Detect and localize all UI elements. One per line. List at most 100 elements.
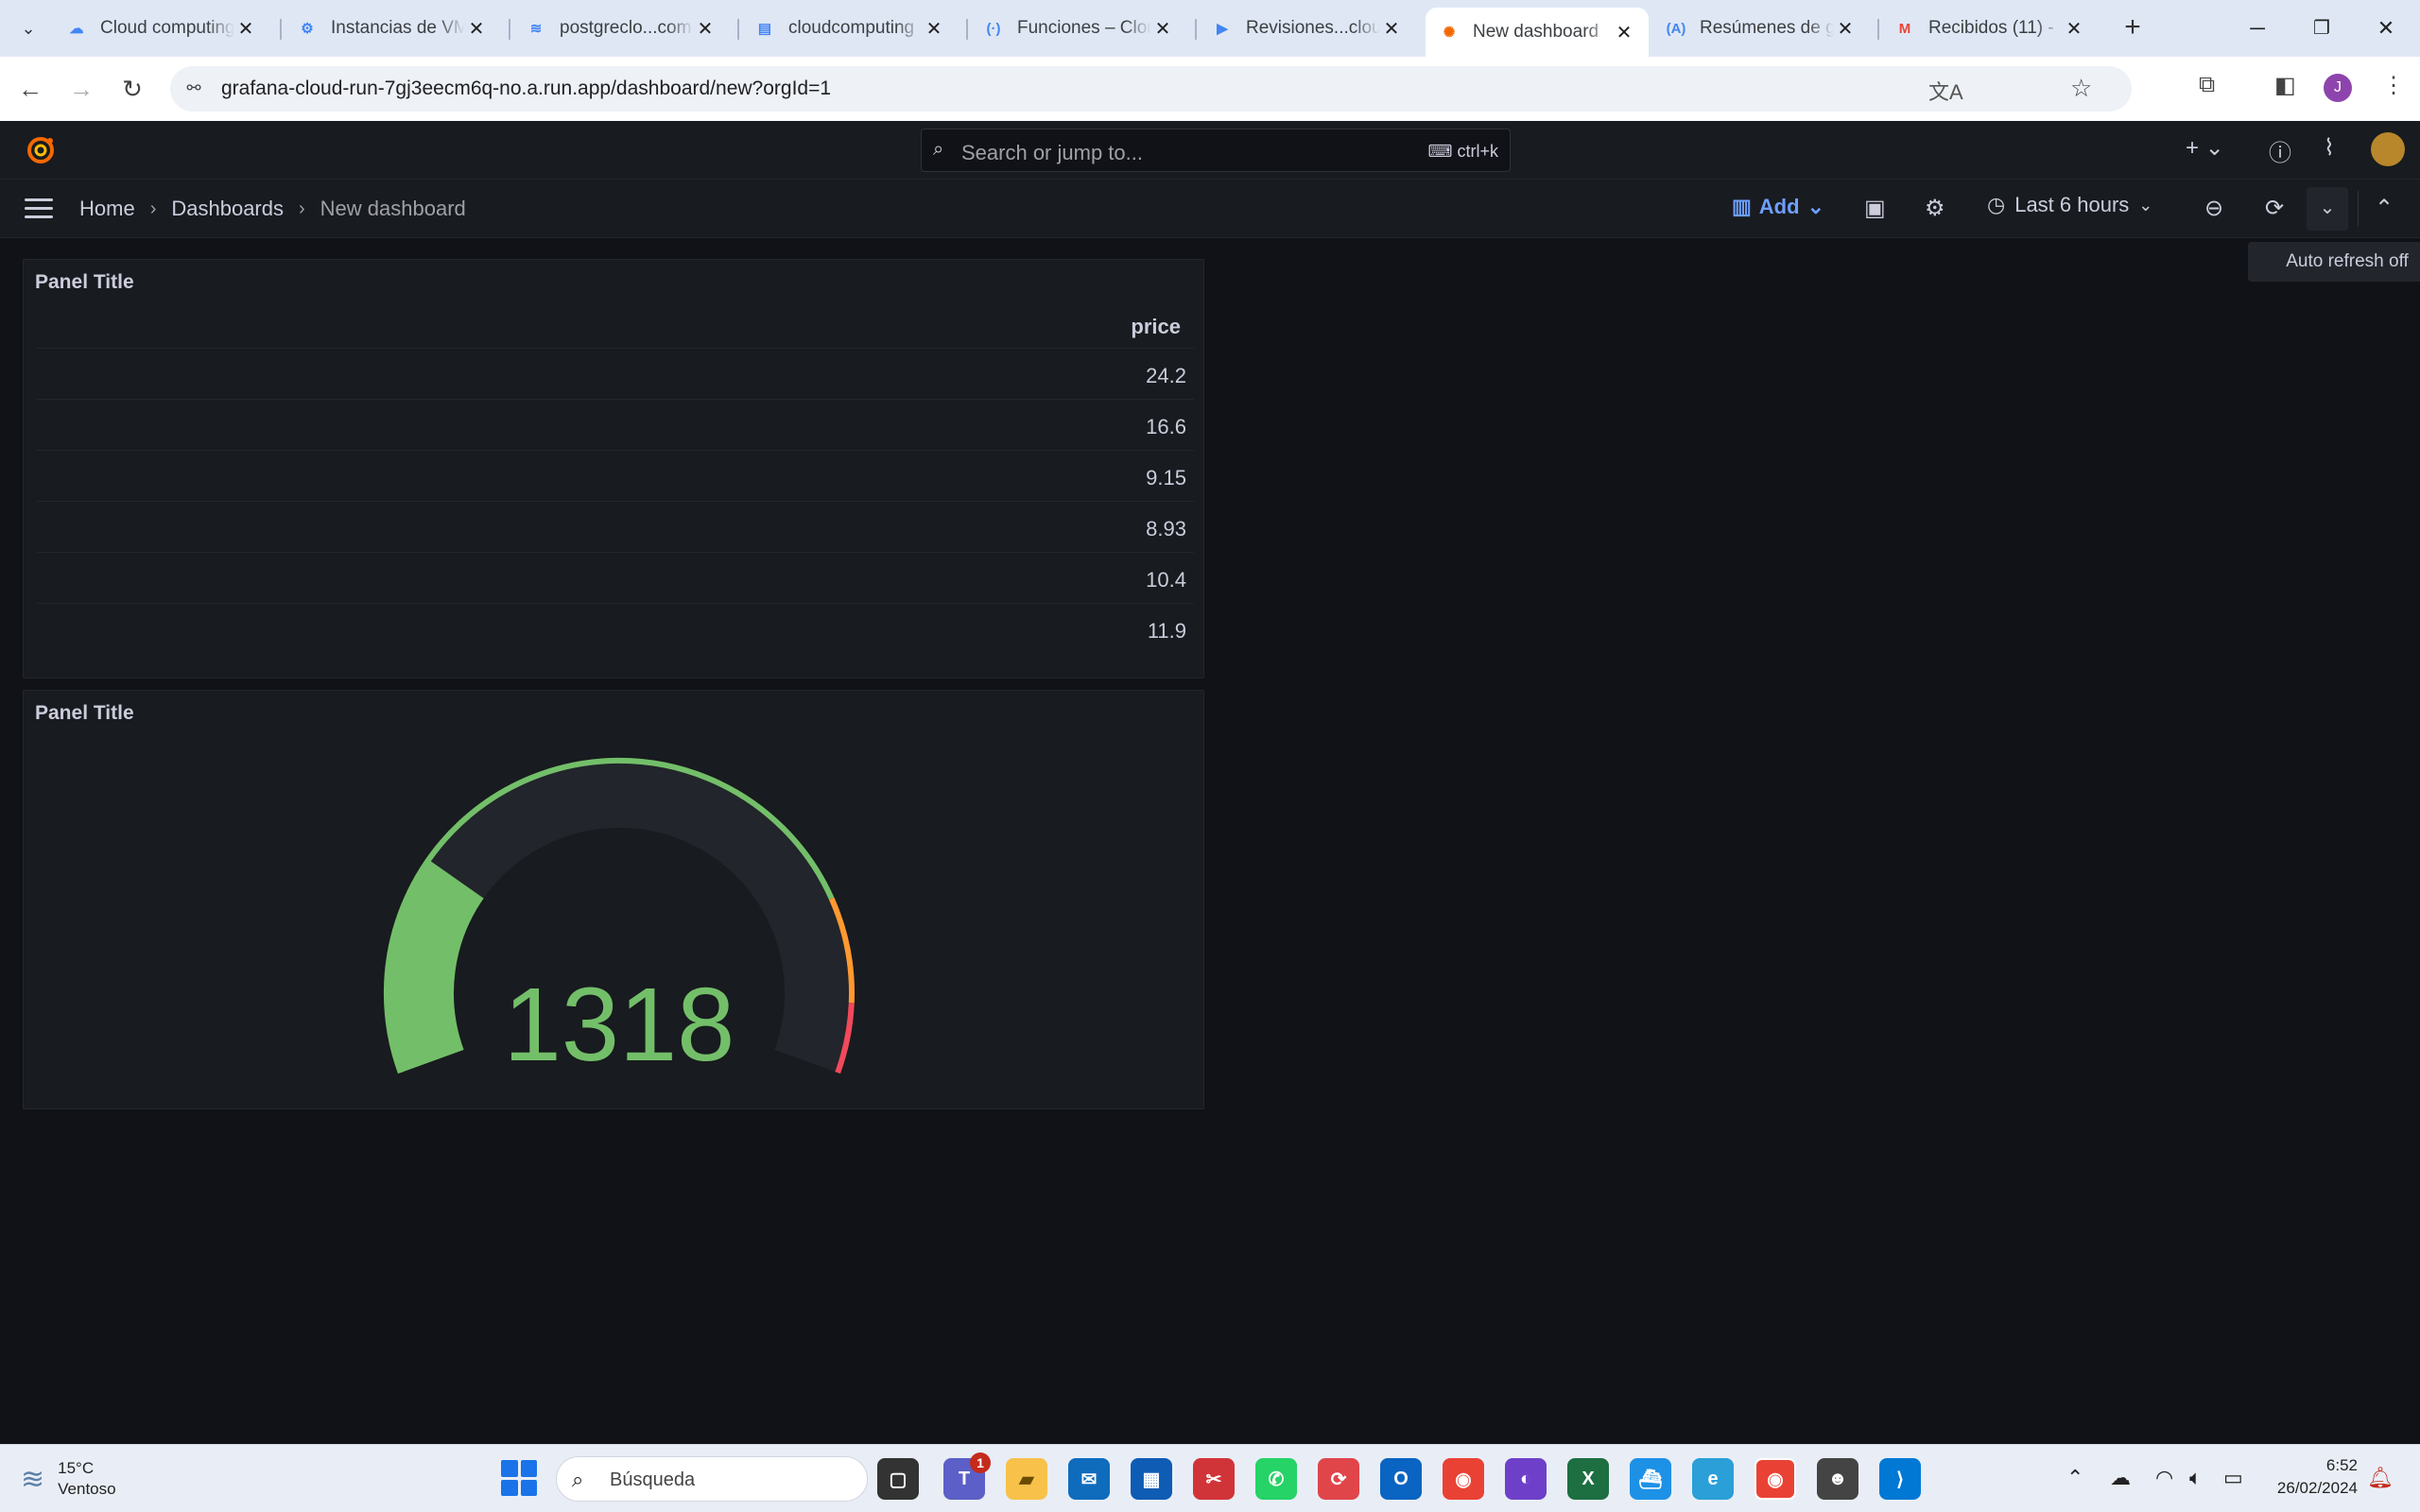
table-panel[interactable]: Panel Title price 24.2 16.6 9.15 8.93 10… <box>23 259 1204 679</box>
breadcrumb-home[interactable]: Home <box>79 197 135 221</box>
time: 6:52 <box>2325 1456 2358 1474</box>
save-dashboard-icon[interactable]: ▣ <box>1864 195 1886 222</box>
outlook-icon[interactable]: O <box>1380 1458 1422 1500</box>
side-panel-icon[interactable]: ◧ <box>2274 72 2296 99</box>
start-button[interactable] <box>501 1460 537 1496</box>
close-icon[interactable]: ✕ <box>1151 17 1174 41</box>
tab-title: Revisiones...clou <box>1246 18 1380 38</box>
docker-icon[interactable]: ⛴ <box>1630 1458 1671 1500</box>
chevron-right-icon: › <box>299 198 305 219</box>
site-info-icon[interactable]: ⚯ <box>183 78 204 99</box>
chevron-up-icon[interactable]: ⌃ <box>2375 195 2394 222</box>
bookmark-star-icon[interactable]: ☆ <box>2070 74 2092 103</box>
close-icon[interactable]: ✕ <box>923 17 945 41</box>
sync-app-icon[interactable]: ⟳ <box>1318 1458 1359 1500</box>
clock[interactable]: 6:52 26/02/2024 <box>2267 1454 2358 1500</box>
volume-icon[interactable]: 🔈︎ <box>2189 1466 2202 1490</box>
news-rss-icon[interactable]: ⌇ <box>2324 134 2335 162</box>
mail-icon[interactable]: ✉ <box>1068 1458 1110 1500</box>
file-explorer-icon[interactable]: ▰ <box>1006 1458 1047 1500</box>
settings-gear-icon[interactable]: ⚙ <box>1925 195 1945 222</box>
browser-toolbar: ← → ↻ ⚯ grafana-cloud-run-7gj3eecm6q-no.… <box>0 57 2420 121</box>
browser-tab-8[interactable]: (A) Resúmenes de g ✕ <box>1652 8 1870 49</box>
time-range-picker[interactable]: ◷ Last 6 hours ⌄ <box>1987 193 2152 217</box>
table-header: price <box>37 305 1194 349</box>
cloud-storage-icon: ▤ <box>757 21 772 37</box>
excel-icon[interactable]: X <box>1567 1458 1609 1500</box>
chevron-up-icon[interactable]: ⌃ <box>2066 1466 2083 1490</box>
refresh-interval-dropdown[interactable]: ⌄ <box>2307 187 2348 231</box>
browser-tab-2[interactable]: ⚙ Instancias de VM ✕ <box>284 8 501 49</box>
wifi-icon[interactable]: ◠ <box>2155 1466 2173 1490</box>
refresh-icon[interactable]: ⟳ <box>2265 195 2284 222</box>
tab-title: Cloud computing <box>100 18 234 38</box>
reload-button[interactable]: ↻ <box>115 72 149 106</box>
grafana-logo-icon[interactable] <box>25 134 57 166</box>
browser-tab-5[interactable]: (·) Funciones – Clou ✕ <box>970 8 1187 49</box>
translate-icon[interactable]: 文A <box>1928 76 1963 106</box>
close-icon[interactable]: ✕ <box>1380 17 1403 41</box>
add-label: Add <box>1758 195 1800 218</box>
chrome-icon[interactable]: ◉ <box>1443 1458 1484 1500</box>
wind-icon: ≋ <box>21 1463 45 1495</box>
restore-button[interactable]: ❐ <box>2303 9 2341 47</box>
user-avatar[interactable] <box>2371 132 2405 166</box>
python-app-icon[interactable]: ☻ <box>1817 1458 1858 1500</box>
minimize-button[interactable]: ─ <box>2238 9 2276 47</box>
column-header-price[interactable]: price <box>1131 315 1181 339</box>
close-icon[interactable]: ✕ <box>694 17 717 41</box>
search-input[interactable]: ⌕ Search or jump to... ⌨ ctrl+k <box>921 129 1511 172</box>
chevron-right-icon: › <box>149 198 157 219</box>
notification-bell-icon[interactable]: 🔔︎ <box>2367 1466 2394 1490</box>
panel-title[interactable]: Panel Title <box>35 271 134 294</box>
add-panel-icon: ▥ <box>1732 195 1752 218</box>
menu-icon[interactable]: ⋮ <box>2382 72 2405 99</box>
close-icon[interactable]: ✕ <box>1613 21 1635 44</box>
new-plus-icon[interactable]: + ⌄ <box>2186 134 2224 162</box>
weather-widget[interactable]: ≋ 15°C Ventoso <box>21 1458 116 1500</box>
taskbar-search[interactable]: ⌕ Búsqueda <box>556 1456 868 1502</box>
close-icon[interactable]: ✕ <box>465 17 488 41</box>
table-cell: 10.4 <box>1146 568 1186 592</box>
url-text[interactable]: grafana-cloud-run-7gj3eecm6q-no.a.run.ap… <box>221 77 831 100</box>
extensions-icon[interactable]: ⧉ <box>2199 72 2215 98</box>
tab-search-button[interactable]: ⌄ <box>13 13 43 43</box>
store-icon[interactable]: ▦ <box>1131 1458 1172 1500</box>
github-desktop-icon[interactable]: ◐ <box>1505 1458 1547 1500</box>
browser-tab-active[interactable]: ✺ New dashboard ✕ <box>1426 8 1649 57</box>
close-icon[interactable]: ✕ <box>1834 17 1857 41</box>
date: 26/02/2024 <box>2276 1479 2358 1497</box>
profile-avatar[interactable]: J <box>2324 74 2352 102</box>
add-button[interactable]: ▥ Add ⌄ <box>1732 195 1824 219</box>
chrome-profile-icon[interactable]: ◉ <box>1754 1458 1796 1500</box>
whatsapp-icon[interactable]: ✆ <box>1255 1458 1297 1500</box>
address-bar[interactable]: ⚯ grafana-cloud-run-7gj3eecm6q-no.a.run.… <box>170 66 2132 112</box>
task-view-icon[interactable]: ▢ <box>877 1458 919 1500</box>
teams-icon[interactable]: T1 <box>943 1452 991 1500</box>
battery-icon[interactable]: ▭ <box>2223 1466 2243 1490</box>
close-icon[interactable]: ✕ <box>234 17 257 41</box>
table-row: 11.9 <box>37 604 1194 655</box>
search-icon: ⌕ <box>933 139 944 160</box>
browser-tab-3[interactable]: ≋ postgreclo...com ✕ <box>512 8 730 49</box>
onedrive-icon[interactable]: ☁ <box>2110 1466 2131 1490</box>
browser-tab-9[interactable]: M Recibidos (11) - ✕ <box>1881 8 2099 49</box>
browser-tab-6[interactable]: ▶ Revisiones...clou ✕ <box>1199 8 1416 49</box>
menu-toggle-icon[interactable] <box>25 198 53 224</box>
close-window-button[interactable]: ✕ <box>2367 9 2405 47</box>
gauge-panel[interactable]: Panel Title 1318 <box>23 690 1204 1109</box>
chevron-down-icon: ⌄ <box>1806 195 1824 218</box>
snipping-tool-icon[interactable]: ✂ <box>1193 1458 1235 1500</box>
panel-title[interactable]: Panel Title <box>35 702 134 725</box>
new-tab-button[interactable]: + <box>2116 11 2150 45</box>
edge-icon[interactable]: e <box>1692 1458 1734 1500</box>
browser-tab-4[interactable]: ▤ cloudcomputing ✕ <box>741 8 959 49</box>
back-button[interactable]: ← <box>13 72 47 106</box>
help-icon[interactable]: ⓘ <box>2269 134 2291 167</box>
browser-tab-1[interactable]: ☁ Cloud computing ✕ <box>53 8 270 49</box>
close-icon[interactable]: ✕ <box>2063 17 2085 41</box>
forward-button[interactable]: → <box>64 72 98 106</box>
zoom-out-icon[interactable]: ⊖ <box>2204 195 2223 222</box>
vscode-icon[interactable]: ⟩ <box>1879 1458 1921 1500</box>
breadcrumb-dashboards[interactable]: Dashboards <box>171 197 284 221</box>
